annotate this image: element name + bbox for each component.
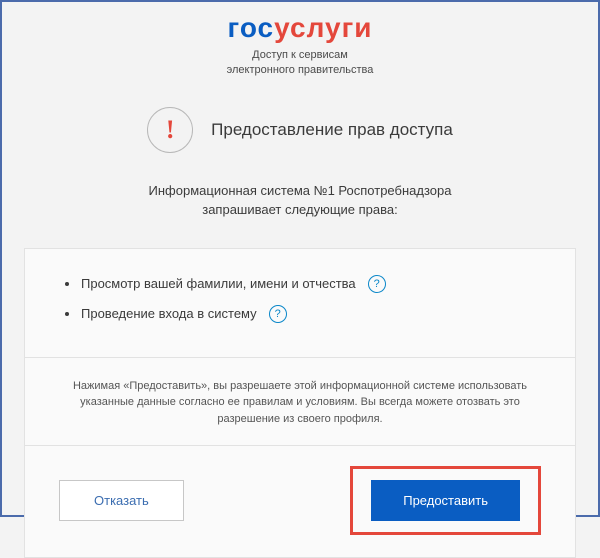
alert-heading: ! Предоставление прав доступа (14, 107, 586, 153)
rights-block: Просмотр вашей фамилии, имени и отчества… (25, 249, 575, 357)
request-text: Информационная система №1 Роспотребнадзо… (14, 181, 586, 220)
help-icon[interactable]: ? (269, 305, 287, 323)
allow-button[interactable]: Предоставить (371, 480, 520, 521)
right-label: Проведение входа в систему (81, 306, 257, 321)
list-item: Просмотр вашей фамилии, имени и отчества… (65, 275, 535, 293)
help-icon[interactable]: ? (368, 275, 386, 293)
exclamation-icon: ! (147, 107, 193, 153)
bullet-icon (65, 282, 69, 286)
allow-button-highlight: Предоставить (350, 466, 541, 535)
right-label: Просмотр вашей фамилии, имени и отчества (81, 276, 356, 291)
logo-part-1: гос (228, 12, 275, 43)
logo-part-2: услуги (274, 12, 372, 43)
disclaimer-text: Нажимая «Предоставить», вы разрешаете эт… (25, 357, 575, 446)
logo: госуслуги (14, 12, 586, 44)
alert-title: Предоставление прав доступа (211, 120, 453, 140)
bullet-icon (65, 312, 69, 316)
list-item: Проведение входа в систему ? (65, 305, 535, 323)
permissions-panel: Просмотр вашей фамилии, имени и отчества… (24, 248, 576, 558)
buttons-block: Отказать Предоставить (25, 445, 575, 557)
deny-button[interactable]: Отказать (59, 480, 184, 521)
subtitle: Доступ к сервисам электронного правитель… (14, 48, 586, 79)
